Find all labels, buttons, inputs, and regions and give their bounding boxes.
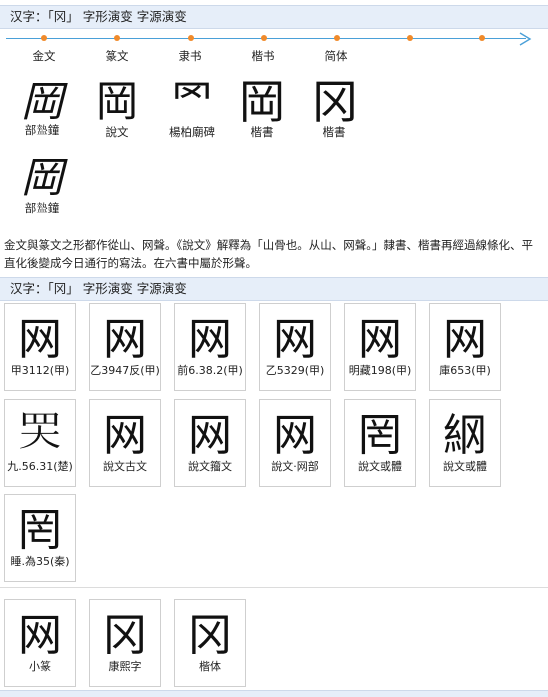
card-label: 乙3947反(甲) (90, 364, 160, 377)
card-label: 九.56.31(楚) (7, 460, 73, 473)
glyph-card[interactable]: 网 庫653(甲) (429, 303, 501, 391)
card-glyph: 网 (358, 314, 402, 365)
card-glyph: 网 (103, 410, 147, 461)
glyph-card[interactable]: 网 前6.38.2(甲) (174, 303, 246, 391)
evolution-glyph: 岡 (95, 77, 138, 126)
card-glyph: 网 (443, 314, 487, 365)
card-glyph: 网 (18, 314, 62, 365)
card-glyph: 冈 (103, 610, 147, 661)
era-label-jianti: 简体 (324, 49, 348, 63)
card-glyph: 网 (188, 314, 232, 365)
timeline-tick (114, 35, 120, 41)
section-header-character-forms: 汉字：「冈」 字形演变 字源演变 (0, 277, 548, 301)
card-glyph: 网 (273, 410, 317, 461)
era-label-lishu: 隶书 (178, 49, 202, 63)
glyph-card[interactable]: 网 乙5329(甲) (259, 303, 331, 391)
evolution-glyph: 岡 (239, 75, 285, 129)
section-title: 汉字：「冈」 字形演变 字源演变 (10, 9, 187, 24)
glyph-card[interactable]: 罔 睡.為35(秦) (4, 494, 76, 582)
evolution-caption: 楷書 (322, 125, 346, 139)
glyph-card[interactable]: 网 小篆 (4, 599, 76, 687)
arrow-right-icon (519, 32, 532, 46)
evolution-caption: 楷書 (250, 125, 274, 139)
timeline-tick (261, 35, 267, 41)
evolution-glyph: 岡 (20, 153, 63, 202)
section-header-glyph-evolution: 汉字：「冈」 字形演变 字源演变 (0, 5, 548, 29)
card-glyph: 网 (103, 314, 147, 365)
section-title: 汉字：「冈」 字形演变 字源演变 (10, 281, 187, 296)
card-label: 乙5329(甲) (265, 364, 325, 377)
glyph-card[interactable]: 网 說文·网部 (259, 399, 331, 487)
timeline-tick (334, 35, 340, 41)
card-glyph: 䋄 (443, 410, 487, 461)
era-label-kaishu: 楷书 (251, 49, 275, 63)
card-label: 庫653(甲) (439, 364, 491, 377)
card-glyph: 罔 (18, 505, 62, 556)
card-glyph: 网 (188, 410, 232, 461)
card-label: 說文籀文 (188, 460, 232, 473)
card-glyph: 网 (18, 610, 62, 661)
card-label: 說文·网部 (271, 460, 319, 473)
card-glyph: 冈 (188, 610, 232, 661)
glyph-card[interactable]: 网 說文古文 (89, 399, 161, 487)
section-divider (0, 587, 548, 588)
evolution-glyph: 岡 (20, 77, 63, 126)
glyph-card[interactable]: 冈 楷体 (174, 599, 246, 687)
glyph-card[interactable]: 𦉼 九.56.31(楚) (4, 399, 76, 487)
card-label: 小篆 (29, 660, 51, 673)
evolution-caption: 部𥂕鐘 (24, 201, 60, 215)
card-label: 甲3112(甲) (10, 364, 70, 377)
glyph-card[interactable]: 网 甲3112(甲) (4, 303, 76, 391)
bottom-bar (0, 690, 548, 697)
evolution-glyph: 罓 (170, 77, 213, 126)
era-label-jinwen: 金文 (32, 49, 56, 63)
card-label: 康熙字 (108, 660, 142, 673)
card-label: 睡.為35(秦) (10, 555, 70, 568)
card-label: 說文或體 (358, 460, 402, 473)
card-glyph: 罔 (358, 410, 402, 461)
card-glyph: 网 (273, 314, 317, 365)
evolution-glyph: 冈 (312, 75, 358, 129)
evolution-caption: 說文 (105, 125, 129, 139)
card-label: 說文或體 (443, 460, 487, 473)
era-label-zhuanwen: 篆文 (105, 49, 129, 63)
timeline-tick (407, 35, 413, 41)
timeline-tick (41, 35, 47, 41)
timeline-tick (188, 35, 194, 41)
glyph-card[interactable]: 网 乙3947反(甲) (89, 303, 161, 391)
evolution-caption: 楊柏廟碑 (169, 125, 215, 139)
etymology-paragraph: 金文與篆文之形都作從山、网聲。《說文》解釋為「山骨也。从山、网聲。」隸書、楷書再… (4, 238, 533, 270)
evolution-caption: 部𥂕鐘 (24, 123, 60, 137)
card-label: 前6.38.2(甲) (177, 364, 243, 377)
card-glyph: 𦉼 (18, 407, 62, 458)
glyph-card[interactable]: 䋄 說文或體 (429, 399, 501, 487)
glyph-card[interactable]: 网 說文籀文 (174, 399, 246, 487)
glyph-card[interactable]: 冈 康熙字 (89, 599, 161, 687)
card-label: 說文古文 (103, 460, 147, 473)
card-label: 楷体 (199, 660, 221, 673)
timeline-tick (479, 35, 485, 41)
glyph-card[interactable]: 网 明藏198(甲) (344, 303, 416, 391)
era-timeline (6, 32, 536, 46)
card-label: 明藏198(甲) (348, 364, 412, 377)
glyph-card[interactable]: 罔 說文或體 (344, 399, 416, 487)
